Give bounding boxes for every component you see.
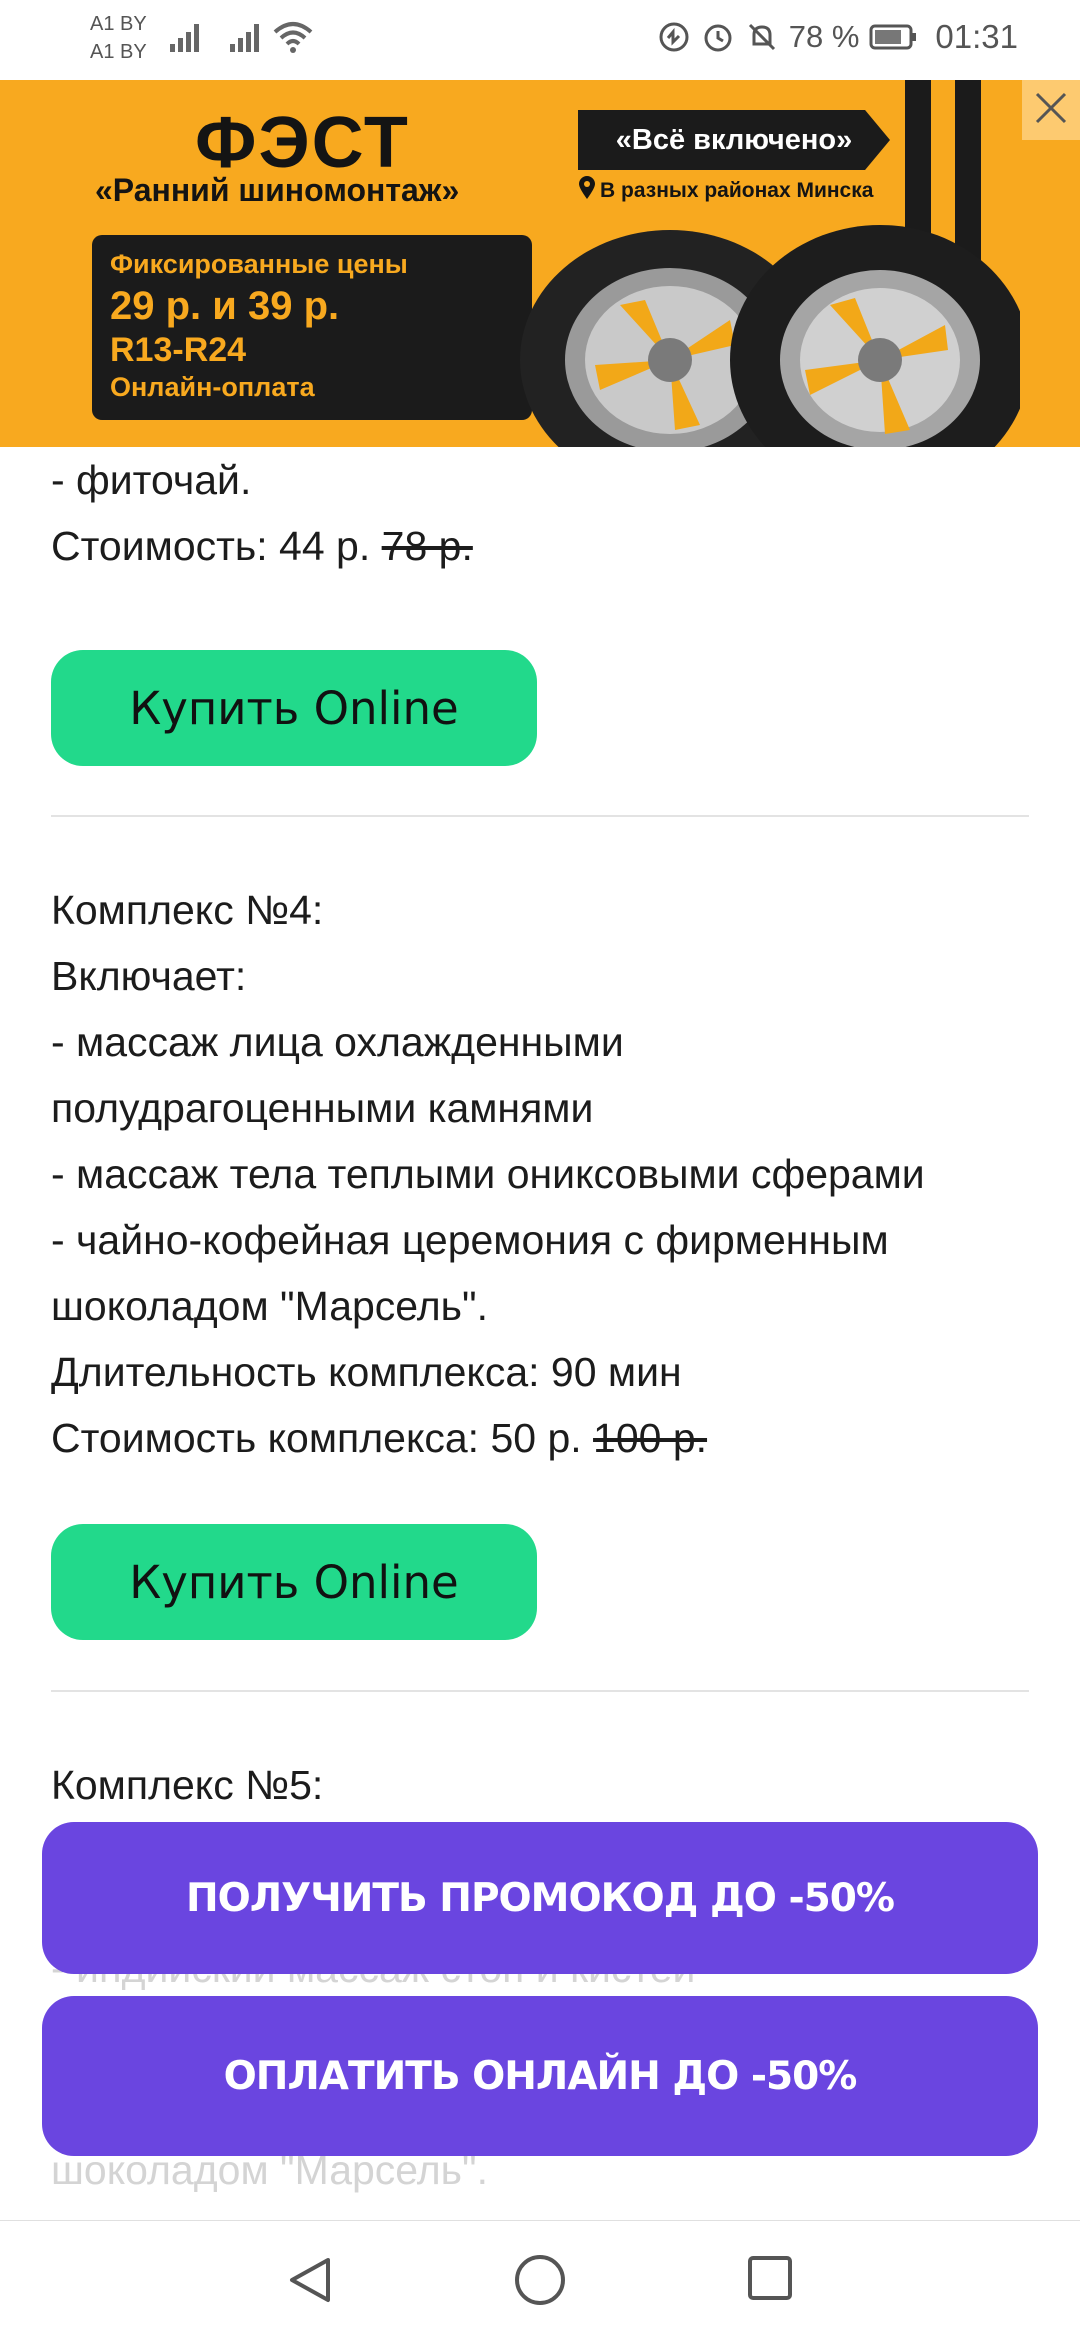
- prev-item-tail: - фиточай.: [51, 457, 252, 503]
- banner-price-box: Фиксированные цены 29 р. и 39 р. R13-R24…: [92, 235, 532, 420]
- banner-subtitle: «Ранний шиномонтаж»: [95, 172, 460, 208]
- prev-price: Стоимость: 44 р. 78 р.: [51, 513, 473, 579]
- tires-image: [520, 225, 1020, 447]
- complex4-price: Стоимость комплекса: 50 р. 100 р.: [51, 1405, 925, 1471]
- complex4-price-old: 100 р.: [593, 1415, 708, 1461]
- mute-bell-icon: [745, 20, 779, 54]
- clock: 01:31: [935, 18, 1018, 55]
- complex4-price-label: Стоимость комплекса: 50 р.: [51, 1415, 582, 1461]
- signal-icon-2: [228, 22, 264, 54]
- status-bar: A1 BY A1 BY 78 % 01:31: [0, 0, 1080, 80]
- divider: [51, 1690, 1029, 1692]
- complex4-line1: - массаж лица охлажденными: [51, 1019, 624, 1065]
- complex4-includes: Включает:: [51, 953, 247, 999]
- complex4-line2: полудрагоценными камнями: [51, 1085, 594, 1131]
- pay-online-button[interactable]: ОПЛАТИТЬ ОНЛАЙН ДО -50%: [42, 1996, 1038, 2156]
- price-line-2: 29 р. и 39 р.: [110, 284, 340, 328]
- complex4-duration: Длительность комплекса: 90 мин: [51, 1349, 682, 1395]
- navigation-bar: [0, 2220, 1080, 2341]
- get-promo-button[interactable]: ПОЛУЧИТЬ ПРОМОКОД ДО -50%: [42, 1822, 1038, 1974]
- prev-price-old: 78 р.: [381, 523, 473, 569]
- recents-icon[interactable]: [746, 2254, 794, 2307]
- price-line-3: R13-R24: [110, 331, 247, 369]
- battery-icon: [869, 20, 919, 54]
- battery-percent: 78 %: [788, 19, 860, 54]
- data-saver-icon: [657, 20, 691, 54]
- location-text: В разных районах Минска: [600, 179, 874, 202]
- signal-icon: [168, 22, 204, 54]
- close-icon: [1033, 90, 1069, 131]
- carrier-2: A1 BY: [90, 41, 147, 63]
- banner-close-button[interactable]: [1022, 80, 1080, 140]
- complex-5: Комплекс №5:: [51, 1752, 323, 1818]
- prev-price-label: Стоимость: 44 р.: [51, 523, 371, 569]
- banner-pill: «Всё включено»: [578, 110, 890, 170]
- carrier-1: A1 BY: [90, 13, 147, 35]
- price-line-1: Фиксированные цены: [110, 249, 408, 279]
- complex4-line4: - чайно-кофейная церемония с фирменным: [51, 1217, 889, 1263]
- wifi-icon: [272, 20, 314, 54]
- location-pin-icon: [578, 176, 596, 206]
- complex-4: Комплекс №4: Включает: - массаж лица охл…: [51, 877, 925, 1471]
- divider: [51, 815, 1029, 817]
- banner-location: В разных районах Минска: [578, 176, 873, 206]
- buy-online-button[interactable]: Купить Online: [51, 650, 537, 766]
- complex4-title: Комплекс №4:: [51, 887, 324, 933]
- complex5-title: Комплекс №5:: [51, 1762, 324, 1808]
- alarm-icon: [701, 20, 735, 54]
- back-icon[interactable]: [284, 2254, 336, 2311]
- ad-banner[interactable]: ФЭСТ «Ранний шиномонтаж» «Всё включено» …: [0, 80, 1080, 447]
- complex4-line3: - массаж тела теплыми ониксовыми сферами: [51, 1151, 925, 1197]
- status-right: 78 % 01:31: [657, 18, 1018, 56]
- carrier-labels: A1 BY A1 BY: [90, 10, 147, 66]
- price-line-4: Онлайн-оплата: [110, 372, 315, 402]
- buy-online-button-complex4[interactable]: Купить Online: [51, 1524, 537, 1640]
- complex4-line5: шоколадом "Марсель".: [51, 1283, 488, 1329]
- home-icon[interactable]: [514, 2254, 566, 2311]
